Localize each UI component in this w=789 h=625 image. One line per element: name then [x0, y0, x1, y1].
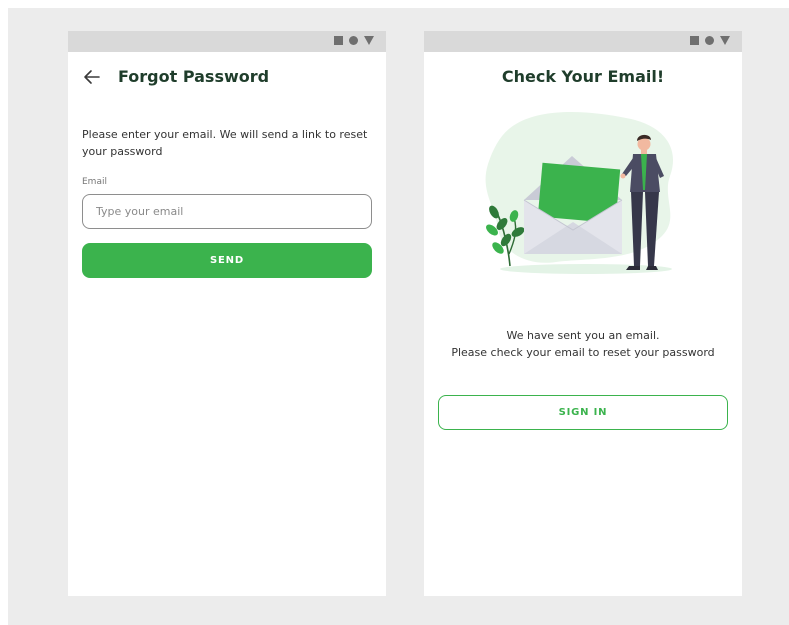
status-bar: [424, 31, 742, 52]
sent-message-text: We have sent you an email. Please check …: [444, 327, 722, 361]
page-title: Forgot Password: [118, 67, 270, 86]
sign-in-button[interactable]: SIGN IN: [438, 395, 728, 430]
square-icon: [334, 36, 343, 45]
status-bar: [68, 31, 386, 52]
forgot-password-screen: Forgot Password Please enter your email.…: [68, 31, 386, 596]
page-title: Check Your Email!: [501, 67, 665, 86]
email-label: Email: [82, 177, 107, 187]
status-bar-icons: [690, 36, 730, 45]
instructions-text: Please enter your email. We will send a …: [82, 128, 368, 158]
triangle-icon: [720, 36, 730, 45]
sent-message-line: We have sent you an email. Please check …: [451, 329, 715, 359]
ground-shadow: [500, 264, 672, 274]
email-field[interactable]: [82, 194, 372, 229]
circle-icon: [705, 36, 714, 45]
status-bar-icons: [334, 36, 374, 45]
check-email-screen: Check Your Email! We have sent you an em…: [424, 31, 742, 596]
square-icon: [690, 36, 699, 45]
circle-icon: [349, 36, 358, 45]
arrow-left-icon[interactable]: [82, 67, 102, 87]
send-button[interactable]: SEND: [82, 243, 372, 278]
triangle-icon: [364, 36, 374, 45]
envelope-man-illustration: [485, 112, 674, 274]
